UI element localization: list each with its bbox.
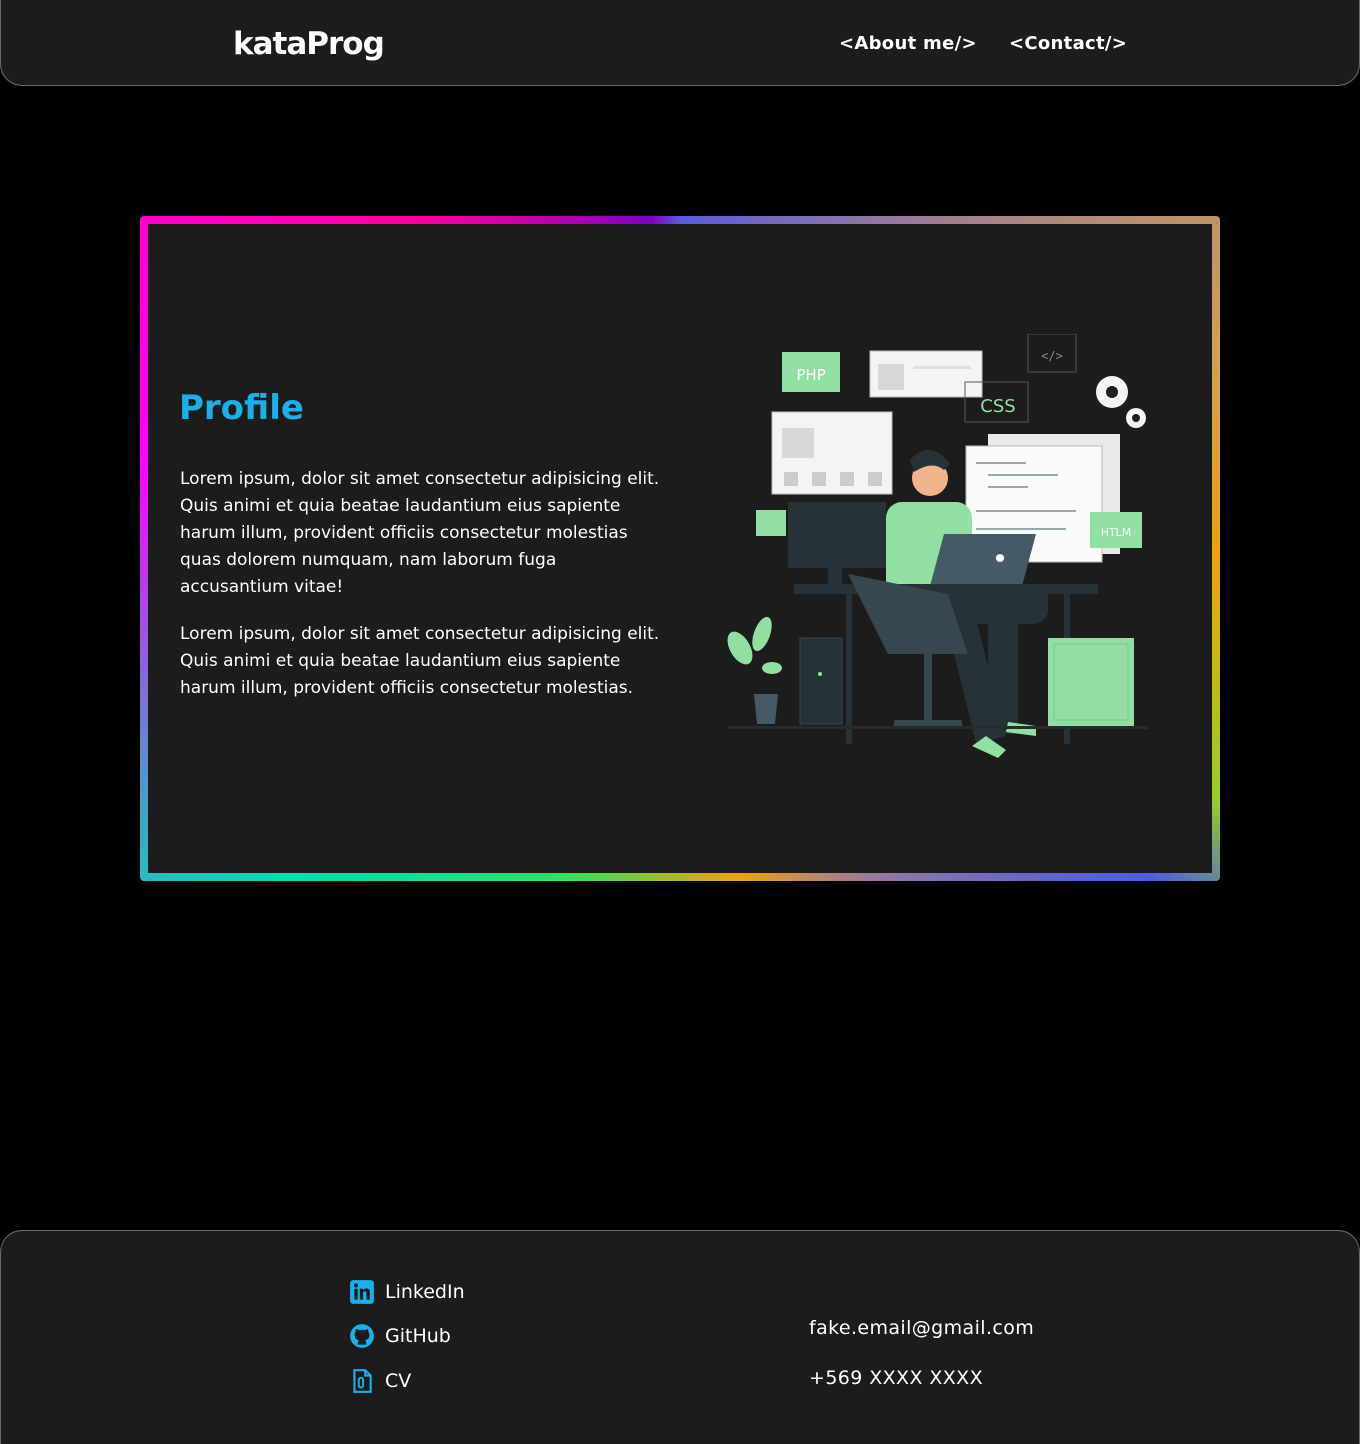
htlm-label: HTLM: [1101, 526, 1132, 539]
cv-label: CV: [385, 1370, 412, 1392]
cv-link[interactable]: CV: [349, 1368, 411, 1394]
brand-logo[interactable]: kataProg: [233, 26, 385, 62]
php-label: PHP: [796, 366, 825, 384]
document-icon: [353, 1369, 372, 1393]
profile-title: Profile: [179, 388, 304, 428]
site-footer: LinkedIn GitHub CV fake.email@gmail.com …: [0, 1230, 1360, 1444]
profile-card: Profile Lorem ipsum, dolor sit amet cons…: [148, 224, 1212, 873]
nav-contact[interactable]: <Contact/>: [1009, 33, 1127, 54]
contact-email[interactable]: fake.email@gmail.com: [809, 1317, 1034, 1339]
linkedin-label: LinkedIn: [385, 1281, 465, 1303]
github-label: GitHub: [385, 1325, 451, 1347]
nav-about-me[interactable]: <About me/>: [839, 33, 977, 54]
github-link[interactable]: GitHub: [349, 1323, 451, 1349]
contact-phone: +569 XXXX XXXX: [809, 1367, 983, 1389]
linkedin-icon: [350, 1280, 374, 1304]
code-label: </>: [1041, 349, 1063, 363]
developer-illustration: PHP CSS </> HTLM: [727, 334, 1148, 758]
css-label: CSS: [980, 396, 1015, 417]
site-header: kataProg <About me/> <Contact/>: [0, 0, 1360, 86]
profile-paragraph-2: Lorem ipsum, dolor sit amet consectetur …: [180, 624, 660, 698]
linkedin-link[interactable]: LinkedIn: [349, 1279, 465, 1305]
profile-card-frame: Profile Lorem ipsum, dolor sit amet cons…: [140, 216, 1220, 881]
github-icon: [350, 1324, 374, 1348]
profile-paragraph-1: Lorem ipsum, dolor sit amet consectetur …: [180, 469, 660, 597]
